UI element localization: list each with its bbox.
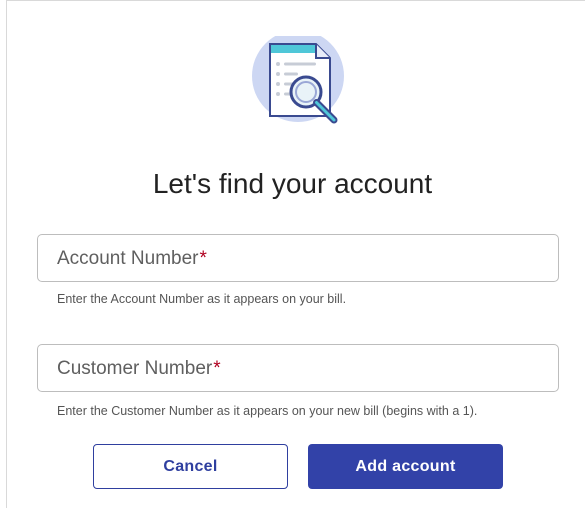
customer-number-field[interactable]: Customer Number* bbox=[37, 344, 559, 392]
account-number-input[interactable] bbox=[38, 235, 558, 281]
add-account-button[interactable]: Add account bbox=[308, 444, 503, 489]
page-title: Let's find your account bbox=[152, 168, 433, 199]
cancel-button[interactable]: Cancel bbox=[93, 444, 288, 489]
account-number-helper: Enter the Account Number as it appears o… bbox=[57, 292, 347, 306]
customer-number-input[interactable] bbox=[38, 345, 558, 391]
customer-number-helper: Enter the Customer Number as it appears … bbox=[57, 404, 478, 418]
document-search-icon bbox=[248, 30, 352, 140]
account-number-field[interactable]: Account Number* bbox=[37, 234, 559, 282]
